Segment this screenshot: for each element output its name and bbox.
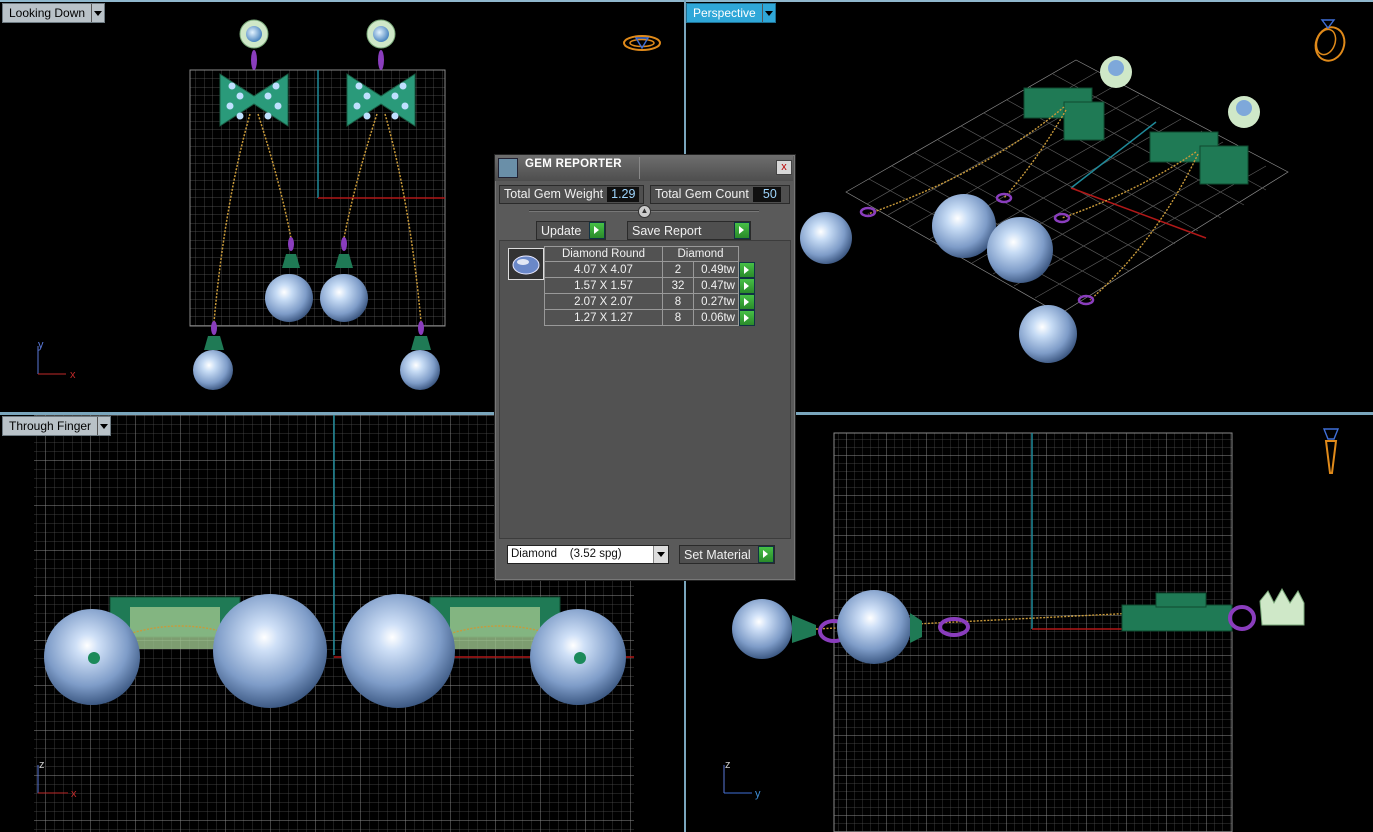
gem-size: 1.27 X 1.27: [544, 309, 663, 326]
svg-text:x: x: [71, 788, 77, 800]
gem-table-header: Diamond Round Diamond: [544, 246, 756, 262]
close-icon[interactable]: x: [776, 160, 792, 175]
select-gem-arrow-icon[interactable]: [739, 261, 755, 278]
viewport-label-perspective[interactable]: Perspective: [686, 3, 776, 23]
play-arrow-icon: [758, 546, 774, 563]
set-material-button[interactable]: Set Material: [679, 545, 775, 564]
earring-perspective-2[interactable]: [987, 96, 1260, 363]
gem-reporter-dialog[interactable]: GEM REPORTER x Total Gem Weight 1.29 Tot…: [494, 154, 796, 581]
gem-size: 1.57 X 1.57: [544, 277, 663, 294]
select-gem-arrow-icon[interactable]: [739, 277, 755, 294]
gem-count: 2: [662, 261, 694, 278]
collapse-toggle-icon[interactable]: ▲: [638, 205, 651, 218]
table-row[interactable]: 1.27 X 1.27 8 0.06tw: [544, 309, 756, 326]
gem-weight: 0.47tw: [693, 277, 739, 294]
gem-list-panel: Diamond Round Diamond 4.07 X 4.07 2 0.49…: [499, 240, 791, 539]
dialog-title: GEM REPORTER: [525, 158, 622, 170]
gem-thumbnail[interactable]: [508, 248, 544, 280]
header-material: Diamond: [662, 246, 739, 262]
gem-reporter-icon: [498, 158, 518, 178]
axis-gizmo: z y: [723, 759, 761, 800]
set-material-label: Set Material: [684, 547, 751, 562]
chevron-down-icon[interactable]: [653, 546, 668, 563]
total-gem-count-value: 50: [752, 186, 781, 202]
axis-gizmo: y x: [37, 339, 76, 381]
save-report-label: Save Report: [632, 223, 702, 238]
gem-weight: 0.49tw: [693, 261, 739, 278]
table-row[interactable]: 4.07 X 4.07 2 0.49tw: [544, 261, 756, 278]
table-row[interactable]: 2.07 X 2.07 8 0.27tw: [544, 293, 756, 310]
total-gem-weight-value: 1.29: [607, 186, 640, 202]
svg-text:x: x: [70, 369, 76, 381]
update-label: Update: [541, 223, 582, 238]
pen-orientation-icon[interactable]: [1322, 428, 1340, 474]
material-select-value: Diamond (3.52 spg): [511, 548, 622, 560]
viewport-label-text: Through Finger: [9, 419, 92, 433]
play-arrow-icon: [589, 222, 605, 239]
svg-text:z: z: [725, 759, 731, 771]
total-gem-weight-field: Total Gem Weight 1.29: [499, 184, 644, 204]
totals-row: Total Gem Weight 1.29 Total Gem Count 50: [499, 184, 790, 204]
svg-text:y: y: [38, 339, 44, 351]
viewport-label-through-finger[interactable]: Through Finger: [2, 416, 112, 436]
play-arrow-icon: [734, 222, 750, 239]
viewport-label-text: Perspective: [693, 6, 756, 20]
material-select[interactable]: Diamond (3.52 spg): [507, 545, 669, 564]
gem-count: 8: [662, 309, 694, 326]
gem-table: Diamond Round Diamond 4.07 X 4.07 2 0.49…: [544, 246, 756, 326]
update-button[interactable]: Update: [536, 221, 606, 240]
dialog-title-bar[interactable]: GEM REPORTER x: [495, 155, 793, 181]
total-gem-count-field: Total Gem Count 50: [650, 184, 790, 204]
ring-orientation-icon[interactable]: [623, 35, 661, 51]
select-gem-arrow-icon[interactable]: [739, 309, 755, 326]
svg-text:z: z: [39, 759, 45, 771]
gem-count: 32: [662, 277, 694, 294]
header-shape: Diamond Round: [544, 246, 663, 262]
chevron-down-icon[interactable]: [91, 4, 104, 22]
gem-weight: 0.06tw: [693, 309, 739, 326]
svg-text:y: y: [755, 788, 761, 800]
gem-weight: 0.27tw: [693, 293, 739, 310]
earring-perspective-1[interactable]: [800, 56, 1132, 264]
total-gem-count-label: Total Gem Count: [655, 187, 749, 201]
save-report-button[interactable]: Save Report: [627, 221, 751, 240]
gem-size: 2.07 X 2.07: [544, 293, 663, 310]
viewport-label-text: Looking Down: [9, 6, 86, 20]
chevron-down-icon[interactable]: [761, 4, 775, 22]
chevron-down-icon[interactable]: [97, 417, 110, 435]
table-row[interactable]: 1.57 X 1.57 32 0.47tw: [544, 277, 756, 294]
select-gem-arrow-icon[interactable]: [739, 293, 755, 310]
gem-count: 8: [662, 293, 694, 310]
gem-size: 4.07 X 4.07: [544, 261, 663, 278]
ring-orientation-icon[interactable]: [1311, 19, 1349, 65]
viewport-label-looking-down[interactable]: Looking Down: [2, 3, 106, 23]
total-gem-weight-label: Total Gem Weight: [504, 187, 604, 201]
title-divider: [639, 157, 640, 179]
axis-x-line: [1070, 187, 1207, 239]
